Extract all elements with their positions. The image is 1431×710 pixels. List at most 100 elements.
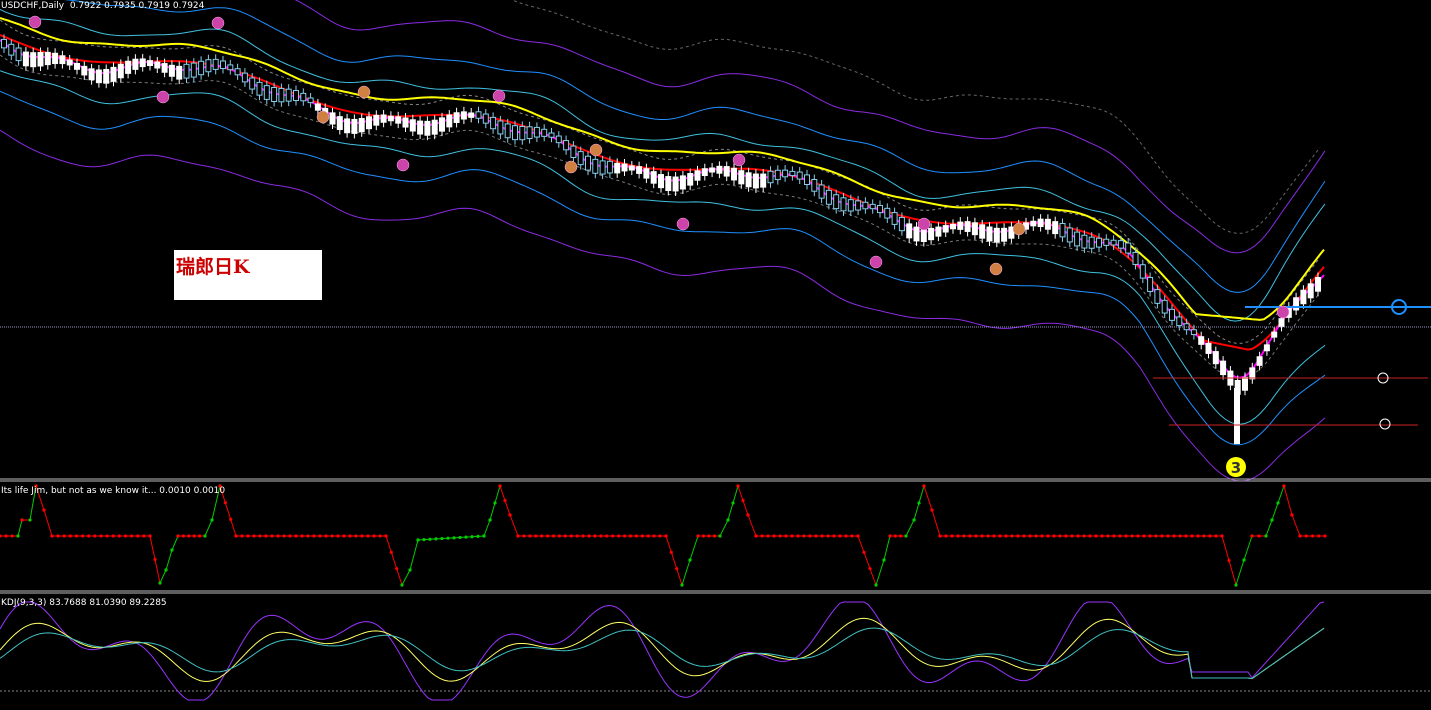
candle-body bbox=[439, 117, 445, 132]
candle-body bbox=[307, 97, 314, 104]
zigzag-dot bbox=[587, 534, 591, 538]
zigzag-dot bbox=[599, 534, 603, 538]
zigzag-dot bbox=[288, 534, 292, 538]
candle-body bbox=[468, 112, 475, 118]
zigzag-dot bbox=[294, 534, 298, 538]
zigzag-segment bbox=[171, 535, 179, 551]
zigzag-dot bbox=[680, 583, 684, 587]
candle-body bbox=[1147, 276, 1154, 292]
zigzag-segment bbox=[681, 559, 691, 586]
zigzag-dot bbox=[482, 534, 486, 538]
candle-body bbox=[1110, 239, 1117, 246]
candle-body bbox=[847, 199, 854, 212]
candle-body bbox=[979, 224, 986, 239]
zigzag-dot bbox=[688, 558, 692, 562]
candle-body bbox=[818, 184, 825, 199]
zigzag-dot bbox=[446, 536, 450, 540]
candle-body bbox=[913, 226, 920, 242]
price-chart[interactable]: 3 bbox=[0, 0, 1431, 710]
candle-body bbox=[117, 63, 124, 79]
zigzag-dot bbox=[904, 534, 908, 538]
zigzag-dot bbox=[664, 534, 668, 538]
zigzag-dot bbox=[282, 534, 286, 538]
zigzag-dot bbox=[81, 534, 85, 538]
zigzag-dot bbox=[746, 513, 750, 517]
candle-body bbox=[271, 87, 278, 102]
zigzag-dot bbox=[968, 534, 972, 538]
candle-body bbox=[88, 68, 95, 81]
zigzag-dot bbox=[1094, 534, 1098, 538]
zigzag-dot bbox=[1190, 534, 1194, 538]
zigzag-segment bbox=[165, 549, 173, 571]
zigzag-dot bbox=[611, 534, 615, 538]
wave-marker-icon bbox=[316, 110, 330, 124]
zigzag-dot bbox=[1220, 534, 1224, 538]
candle-body bbox=[139, 58, 146, 68]
zigzag-segment bbox=[719, 519, 729, 537]
candle-body bbox=[1212, 351, 1219, 365]
zigzag-dot bbox=[1282, 484, 1286, 488]
candle-body bbox=[774, 169, 781, 181]
candle-body bbox=[336, 116, 343, 131]
candle-body bbox=[891, 212, 898, 225]
zigzag-dot bbox=[862, 550, 866, 554]
zigzag-dot bbox=[1058, 534, 1062, 538]
zigzag-dot bbox=[1106, 534, 1110, 538]
zigzag-dot bbox=[181, 534, 185, 538]
zigzag-dot bbox=[1323, 534, 1327, 538]
zigzag-dot bbox=[569, 534, 573, 538]
zigzag-dot bbox=[470, 535, 474, 539]
zigzag-dot bbox=[1124, 534, 1128, 538]
note-box[interactable]: 瑞郎日K bbox=[174, 250, 322, 300]
candle-body bbox=[1205, 342, 1212, 354]
candle-body bbox=[782, 169, 789, 178]
zigzag-dot bbox=[336, 534, 340, 538]
zigzag-dot bbox=[658, 534, 662, 538]
zigzag-dot bbox=[136, 534, 140, 538]
zigzag-dot bbox=[1028, 534, 1032, 538]
wave-marker-icon bbox=[676, 217, 690, 231]
zigzag-dot bbox=[888, 534, 892, 538]
candle-body bbox=[804, 174, 810, 185]
candle-body bbox=[95, 69, 102, 84]
zigzag-dot bbox=[1202, 534, 1206, 538]
candle-body bbox=[1242, 377, 1248, 391]
zigzag-dot bbox=[4, 534, 8, 538]
zigzag-dot bbox=[0, 534, 2, 538]
candle-body bbox=[446, 114, 453, 128]
zigzag-dot bbox=[1310, 534, 1315, 538]
zigzag-dot bbox=[922, 484, 926, 488]
wave-marker-icon bbox=[564, 160, 578, 174]
candle-body bbox=[351, 118, 358, 134]
zigzag-segment bbox=[689, 535, 699, 561]
zigzag-dot bbox=[551, 534, 556, 538]
zigzag-dot bbox=[1010, 534, 1014, 538]
kdj-line-1 bbox=[0, 617, 1325, 682]
candle-body bbox=[168, 64, 175, 77]
level-handle-icon bbox=[1379, 418, 1391, 430]
zigzag-dot bbox=[557, 534, 562, 538]
zigzag-dot bbox=[1250, 534, 1254, 538]
candle-body bbox=[694, 170, 701, 181]
zigzag-dot bbox=[778, 534, 782, 538]
zigzag-dot bbox=[252, 534, 256, 538]
candle-body bbox=[1198, 336, 1205, 345]
zigzag-dot bbox=[312, 534, 316, 538]
zigzag-dot bbox=[726, 518, 730, 522]
zigzag-dot bbox=[28, 518, 32, 522]
zigzag-dot bbox=[210, 518, 214, 522]
zigzag-dot bbox=[1242, 558, 1246, 562]
kdj-indicator bbox=[0, 601, 1325, 701]
zigzag-dot bbox=[796, 534, 800, 538]
zigzag-dot bbox=[142, 534, 146, 538]
zigzag-dot bbox=[912, 518, 916, 522]
zigzag-dot bbox=[99, 534, 103, 538]
candle-body bbox=[541, 128, 548, 137]
candle-body bbox=[402, 117, 409, 128]
zigzag-segment bbox=[1283, 485, 1293, 516]
candle-body bbox=[1052, 221, 1059, 235]
zigzag-dot bbox=[528, 534, 532, 538]
zigzag-dot bbox=[74, 534, 79, 538]
candle-body bbox=[950, 223, 956, 230]
zigzag-dot bbox=[1136, 534, 1140, 538]
